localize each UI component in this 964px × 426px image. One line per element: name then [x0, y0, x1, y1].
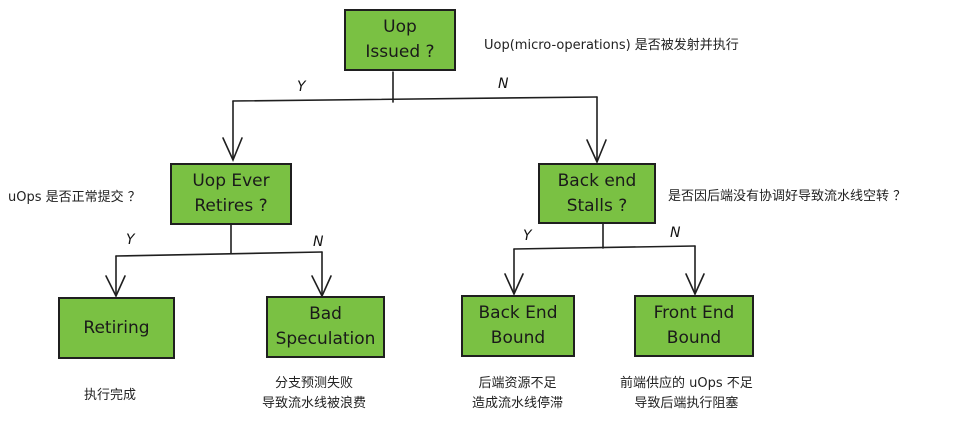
note-uop-issued: Uop(micro-operations) 是否被发射并执行 [484, 38, 739, 53]
note-frontend-bound: 前端供应的 uOps 不足 导致后端执行阻塞 [620, 376, 753, 412]
node-uop-issued: Uop Issued ? [344, 9, 456, 71]
branch-label-yes-root: Y [297, 79, 306, 95]
note-retiring: 执行完成 [84, 388, 137, 403]
node-uop-ever-retires-label: Uop Ever Retires ? [192, 171, 270, 216]
connector-lines [105, 71, 705, 298]
node-retiring: Retiring [58, 297, 175, 359]
node-back-end-bound: Back End Bound [461, 295, 575, 357]
note-bad-speculation: 分支预测失败 导致流水线被浪费 [262, 376, 367, 412]
node-bad-speculation: Bad Speculation [266, 296, 385, 358]
branch-label-no-retires: N [313, 234, 324, 250]
branch-label-no-stalls: N [670, 225, 681, 241]
node-back-end-bound-label: Back End Bound [478, 303, 558, 348]
branch-label-yes-retires: Y [126, 232, 135, 248]
node-back-end-stalls: Back end Stalls ? [538, 163, 656, 224]
root-branch-line [232, 96, 598, 102]
branch-label-yes-stalls: Y [523, 228, 532, 244]
branch-label-no-root: N [498, 76, 509, 92]
stalls-branch-line [513, 245, 696, 250]
node-retiring-label: Retiring [83, 317, 150, 338]
retires-branch-line [115, 251, 323, 257]
note-backend-bound: 后端资源不足 造成流水线停滞 [472, 376, 564, 412]
node-front-end-bound: Front End Bound [634, 295, 754, 357]
note-ever-retires: uOps 是否正常提交 ？ [8, 190, 141, 205]
node-bad-speculation-label: Bad Speculation [275, 304, 376, 349]
node-uop-issued-label: Uop Issued ? [365, 17, 435, 62]
node-back-end-stalls-label: Back end Stalls ? [557, 170, 637, 216]
node-front-end-bound-label: Front End Bound [653, 303, 735, 348]
note-backend-stalls: 是否因后端没有协调好导致流水线空转 ？ [668, 189, 907, 204]
node-uop-ever-retires: Uop Ever Retires ? [170, 163, 292, 225]
